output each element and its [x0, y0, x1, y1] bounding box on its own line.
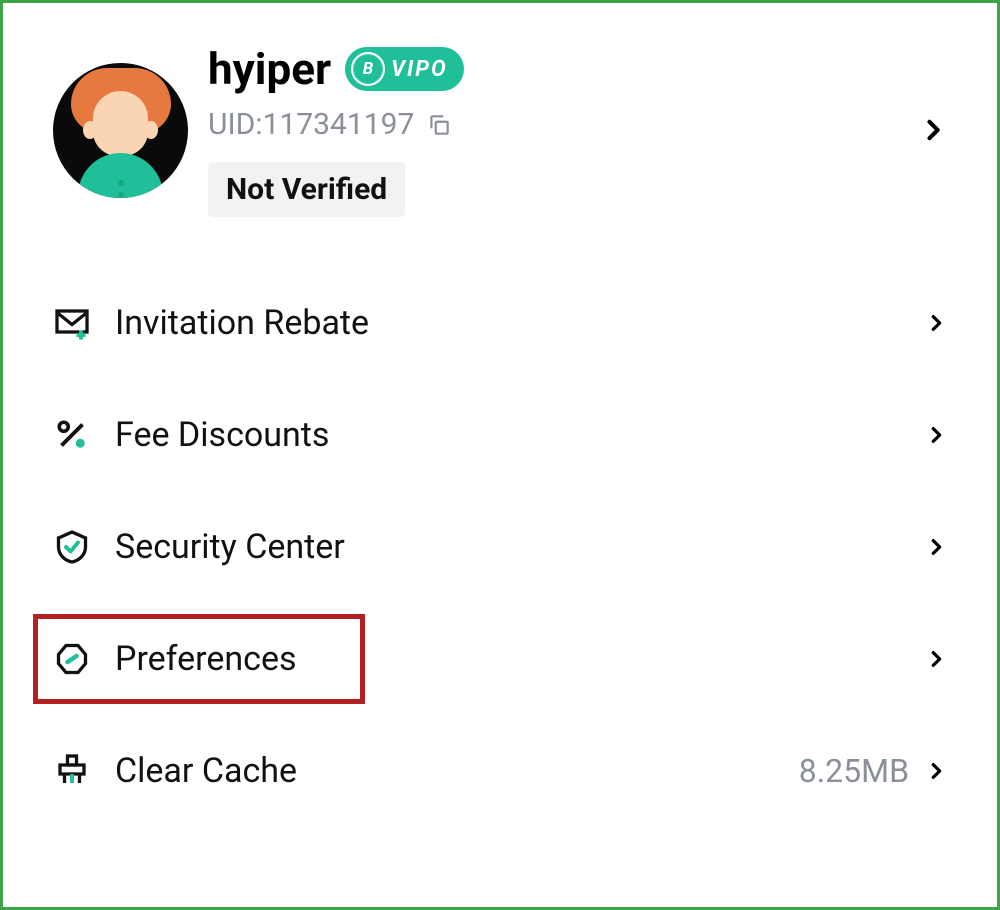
chevron-right-icon: [925, 756, 947, 786]
uid-label: UID:117341197: [208, 107, 414, 142]
profile-header[interactable]: hyiper B VIPO UID:117341197 Not Verified: [3, 3, 997, 247]
menu-item-fee-discounts[interactable]: Fee Discounts: [3, 379, 997, 491]
menu-label: Preferences: [115, 639, 925, 679]
envelope-plus-icon: [53, 304, 91, 342]
menu-item-security-center[interactable]: Security Center: [3, 491, 997, 603]
username: hyiper: [208, 43, 331, 95]
chevron-right-icon: [925, 308, 947, 338]
avatar: [53, 63, 188, 198]
copy-icon[interactable]: [426, 112, 452, 138]
menu-item-invitation-rebate[interactable]: Invitation Rebate: [3, 267, 997, 379]
chevron-right-icon: [919, 112, 947, 148]
chevron-right-icon: [925, 420, 947, 450]
shield-check-icon: [53, 528, 91, 566]
broom-icon: [53, 752, 91, 790]
percent-icon: [53, 416, 91, 454]
menu-item-preferences[interactable]: Preferences: [3, 603, 997, 715]
menu-label: Clear Cache: [115, 751, 799, 791]
verification-badge[interactable]: Not Verified: [208, 162, 405, 217]
vip-badge-text: VIPO: [391, 57, 448, 82]
preferences-icon: [53, 640, 91, 678]
menu-value: 8.25MB: [799, 752, 909, 790]
settings-menu: Invitation Rebate Fee Discounts: [3, 247, 997, 827]
vip-badge-icon: B: [351, 52, 385, 86]
app-frame: hyiper B VIPO UID:117341197 Not Verified: [0, 0, 1000, 910]
menu-item-clear-cache[interactable]: Clear Cache 8.25MB: [3, 715, 997, 827]
vip-badge: B VIPO: [345, 47, 464, 91]
menu-label: Invitation Rebate: [115, 303, 925, 343]
chevron-right-icon: [925, 532, 947, 562]
profile-info: hyiper B VIPO UID:117341197 Not Verified: [208, 43, 919, 217]
menu-label: Security Center: [115, 527, 925, 567]
chevron-right-icon: [925, 644, 947, 674]
menu-label: Fee Discounts: [115, 415, 925, 455]
